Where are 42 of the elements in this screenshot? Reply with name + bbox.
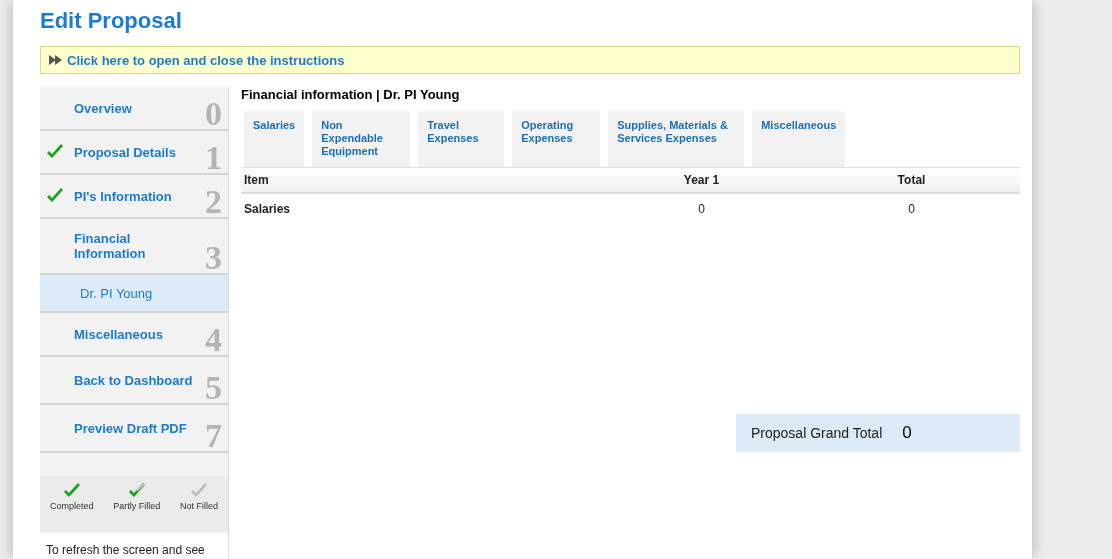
column-header: Total — [896, 173, 927, 187]
sidebar-item[interactable]: Overview 0 — [40, 87, 228, 131]
instructions-link[interactable]: Click here to open and close the instructions — [67, 52, 345, 68]
tab[interactable]: Salaries — [244, 111, 305, 167]
sidebar-item[interactable]: Miscellaneous 4 — [40, 313, 228, 357]
sidebar-item[interactable]: PI's Information 2 — [40, 175, 228, 219]
grand-total-label: Proposal Grand Total — [751, 425, 883, 441]
checkmark-icon — [127, 483, 146, 499]
note-text: To refresh the screen and see — [40, 533, 228, 559]
sidebar-item[interactable]: Preview Draft PDF 7 — [40, 405, 228, 453]
step-number: 2 — [205, 183, 222, 221]
step-number: 1 — [205, 139, 222, 177]
double-arrow-icon — [49, 55, 63, 65]
checkmark-icon — [46, 144, 64, 160]
column-header: Item — [243, 173, 270, 187]
step-number: 0 — [205, 95, 222, 133]
sidebar-subitem[interactable]: Dr. PI Young — [40, 275, 228, 313]
sidebar-item[interactable]: Proposal Details 1 — [40, 131, 228, 175]
legend-label: Completed — [49, 501, 94, 511]
tab[interactable]: Supplies, Materials & Services Expenses — [608, 111, 745, 167]
tab[interactable]: Miscellaneous — [752, 111, 846, 167]
column-header: Year 1 — [682, 173, 721, 187]
step-number: 3 — [205, 239, 222, 277]
instructions-bar[interactable]: Click here to open and close the instructions — [40, 46, 1020, 74]
sidebar-item[interactable]: Back to Dashboard 5 — [40, 357, 228, 405]
tab[interactable]: Travel Expenses — [418, 111, 505, 167]
tab[interactable]: Non Expendable Equipment — [312, 111, 411, 167]
checkmark-icon — [46, 188, 64, 204]
step-number: 4 — [205, 321, 222, 359]
step-number: 5 — [205, 369, 222, 407]
page-title: Edit Proposal — [40, 7, 183, 35]
legend-label: Not Filled — [180, 501, 219, 511]
table-cell-text: 0 — [697, 202, 706, 216]
step-number: 7 — [205, 417, 222, 455]
table-cell-text: Salaries — [243, 202, 292, 216]
tab[interactable]: Operating Expenses — [512, 111, 601, 167]
legend-label: Partly Filled — [113, 501, 161, 511]
checkmark-icon — [190, 483, 209, 499]
table-cell-text: 0 — [907, 202, 916, 216]
checkmark-icon — [62, 483, 81, 499]
grand-total-value: 0 — [902, 423, 912, 443]
section-title: Financial information | Dr. PI Young — [241, 87, 461, 102]
